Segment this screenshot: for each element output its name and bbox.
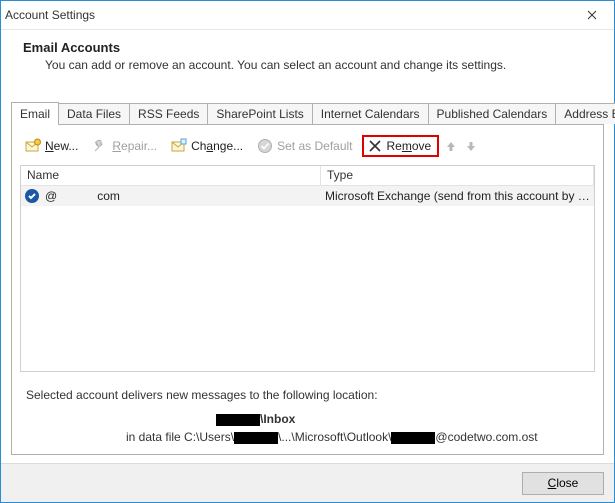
table-header: Name Type <box>21 166 594 186</box>
tab-panel: New... Repair... Change... <box>11 124 604 455</box>
delivery-text: Selected account delivers new messages t… <box>26 388 589 402</box>
arrow-down-icon <box>465 140 477 152</box>
delivery-info: Selected account delivers new messages t… <box>20 372 595 446</box>
default-account-icon <box>25 189 39 203</box>
move-down-button <box>463 138 479 154</box>
header-title: Email Accounts <box>23 40 592 55</box>
remove-icon <box>367 138 383 154</box>
titlebar: Account Settings <box>1 1 614 30</box>
remove-button[interactable]: Remove <box>362 135 440 157</box>
tab-rss-feeds[interactable]: RSS Feeds <box>129 103 208 124</box>
tab-internet-calendars[interactable]: Internet Calendars <box>312 103 429 124</box>
account-name-cell: @ com <box>21 189 321 203</box>
mail-change-icon <box>171 138 187 154</box>
tab-address-books[interactable]: Address Books <box>555 103 615 124</box>
tab-email[interactable]: Email <box>11 102 59 125</box>
delivery-location: \Inbox in data file C:\Users\\...\Micros… <box>26 412 589 444</box>
close-icon <box>587 10 597 20</box>
window-title: Account Settings <box>5 8 95 22</box>
account-name-part2: com <box>97 189 120 203</box>
close-button[interactable]: Close <box>522 472 604 495</box>
tab-sharepoint-lists[interactable]: SharePoint Lists <box>207 103 312 124</box>
content: Email Data Files RSS Feeds SharePoint Li… <box>1 84 614 463</box>
header-description: You can add or remove an account. You ca… <box>45 58 592 72</box>
move-up-button <box>443 138 459 154</box>
table-row[interactable]: @ com Microsoft Exchange (send from this… <box>21 186 594 206</box>
redacted-account-name <box>216 414 260 426</box>
mail-new-icon <box>25 138 41 154</box>
repair-icon <box>92 138 108 154</box>
tabs: Email Data Files RSS Feeds SharePoint Li… <box>11 102 604 124</box>
column-name[interactable]: Name <box>21 166 321 186</box>
redacted-user <box>234 432 278 444</box>
account-settings-window: Account Settings Email Accounts You can … <box>0 0 615 503</box>
column-type[interactable]: Type <box>321 166 594 186</box>
header: Email Accounts You can add or remove an … <box>1 30 614 84</box>
footer: Close <box>1 463 614 502</box>
account-type-cell: Microsoft Exchange (send from this accou… <box>321 189 594 203</box>
check-circle-icon <box>257 138 273 154</box>
tab-data-files[interactable]: Data Files <box>58 103 130 124</box>
tab-published-calendars[interactable]: Published Calendars <box>428 103 557 124</box>
toolbar: New... Repair... Change... <box>20 135 595 165</box>
set-as-default-button: Set as Default <box>252 135 357 157</box>
repair-button: Repair... <box>87 135 162 157</box>
redacted-filename <box>391 432 435 444</box>
arrow-up-icon <box>445 140 457 152</box>
window-close-button[interactable] <box>569 1 614 29</box>
change-button[interactable]: Change... <box>166 135 248 157</box>
new-button[interactable]: New... <box>20 135 83 157</box>
accounts-table: Name Type @ com <box>20 165 595 372</box>
account-name-part1: @ <box>45 189 57 203</box>
table-body: @ com Microsoft Exchange (send from this… <box>21 186 594 371</box>
